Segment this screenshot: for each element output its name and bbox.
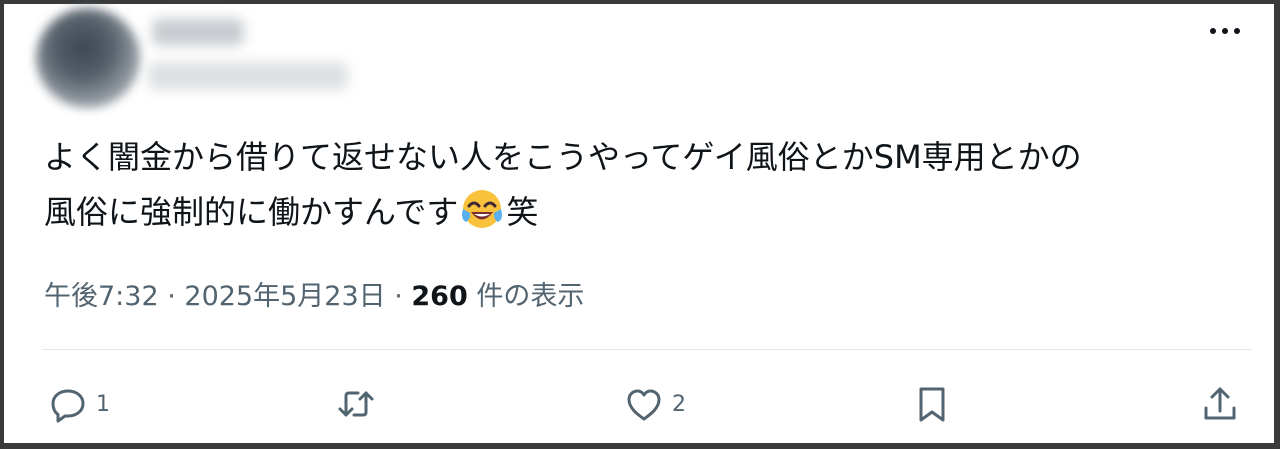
bookmark-button[interactable] — [912, 376, 952, 432]
like-button[interactable]: 2 — [624, 376, 686, 432]
tweet-text-line2-part1: 風俗に強制的に働かすんです — [44, 193, 459, 231]
view-count: 260 — [411, 281, 468, 312]
more-button[interactable] — [1200, 16, 1250, 46]
like-icon — [627, 389, 661, 421]
tweet-text: よく闇金から借りて返せない人をこうやってゲイ風俗とかSM専用とかの 風俗に強制的… — [44, 130, 1244, 240]
meta-separator: · — [158, 281, 185, 312]
bookmark-icon — [919, 387, 945, 422]
face-with-tears-of-joy-icon — [462, 190, 503, 228]
display-name-blurred[interactable] — [152, 18, 244, 46]
retweet-icon — [338, 391, 374, 417]
reply-count: 1 — [96, 391, 110, 417]
avatar[interactable] — [36, 8, 140, 108]
tweet-text-line2-part2: 笑 — [506, 193, 539, 231]
share-button[interactable] — [1200, 376, 1240, 432]
view-label: 件の表示 — [467, 281, 585, 312]
tweet-card: よく闇金から借りて返せない人をこうやってゲイ風俗とかSM専用とかの 風俗に強制的… — [4, 4, 1274, 443]
meta-separator: · — [385, 281, 412, 312]
tweet-time[interactable]: 午後7:32 — [44, 281, 159, 312]
retweet-button[interactable] — [336, 376, 376, 432]
tweet-date[interactable]: 2025年5月23日 — [184, 281, 385, 312]
tweet-meta: 午後7:32 · 2025年5月23日 · 260 件の表示 — [44, 274, 584, 313]
reply-icon — [51, 389, 85, 423]
tweet-text-line2: 風俗に強制的に働かすんです 笑 — [44, 185, 1244, 240]
user-handle-blurred[interactable] — [148, 62, 348, 90]
tweet-text-line1: よく闇金から借りて返せない人をこうやってゲイ風俗とかSM専用とかの — [44, 138, 1082, 176]
share-icon — [1204, 387, 1236, 420]
reply-button[interactable]: 1 — [48, 376, 110, 432]
more-icon — [1210, 28, 1240, 34]
like-count: 2 — [672, 391, 686, 417]
divider — [42, 349, 1252, 350]
